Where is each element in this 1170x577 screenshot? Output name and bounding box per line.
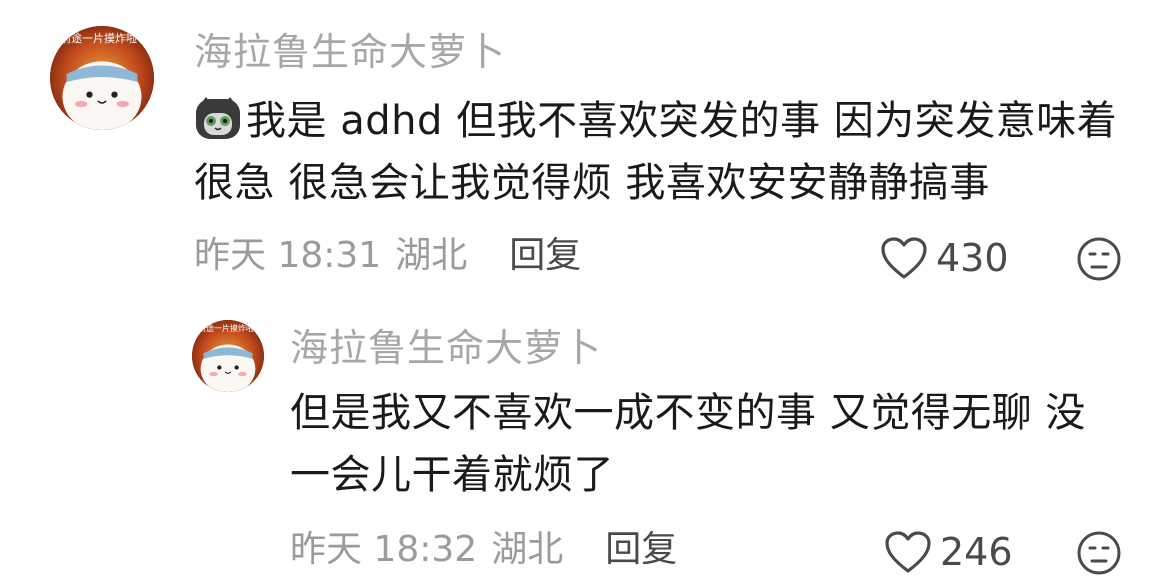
comment-text: 我是 adhd 但我不喜欢突发的事 因为突发意味着 很急 很急会让我觉得烦 我喜… [194, 90, 1117, 214]
comment-text-line1: 但是我又不喜欢一成不变的事 又觉得无聊 没 [290, 390, 1086, 436]
comment-text-line2: 很急 很急会让我觉得烦 我喜欢安安静静搞事 [194, 160, 990, 206]
comment-text-line: 我是 adhd 但我不喜欢突发的事 因为突发意味着 [194, 90, 1117, 152]
location: 湖北 [395, 235, 468, 276]
like-count: 430 [936, 236, 1009, 280]
username[interactable]: 海拉鲁生命大萝卜 [290, 324, 602, 372]
comment-text-line2: 一会儿干着就烦了 [290, 452, 614, 498]
comment-text-line1: 我是 adhd 但我不喜欢突发的事 因为突发意味着 [246, 98, 1118, 144]
comment-text: 但是我又不喜欢一成不变的事 又觉得无聊 没 一会儿干着就烦了 [290, 382, 1086, 506]
dislike-face-icon[interactable] [1076, 530, 1122, 576]
heart-icon [881, 237, 927, 279]
cat-emoji-icon [196, 97, 240, 139]
heart-icon [885, 531, 931, 573]
avatar-banner-text: 前途一片摸炸啦 [60, 32, 137, 45]
like-button[interactable]: 430 [880, 236, 1009, 280]
reply-button[interactable]: 回复 [605, 529, 677, 570]
comment-meta: 昨天 18:31 湖北 回复 [194, 234, 581, 278]
reply-button[interactable]: 回复 [509, 235, 581, 276]
reply-comment-item: 前途一片摸炸啦 海拉鲁生命大萝卜 但是我又不喜欢一成不变的事 又觉得无聊 没 一… [0, 300, 1170, 577]
comment-item: 前途一片摸炸啦 海拉鲁生命大萝卜 我是 adhd 但我不喜欢突发的事 因为突发意… [0, 0, 1170, 300]
dislike-face-icon[interactable] [1076, 236, 1122, 282]
avatar[interactable]: 前途一片摸炸啦 [50, 26, 154, 130]
timestamp: 昨天 18:32 [290, 529, 478, 570]
comment-meta: 昨天 18:32 湖北 回复 [290, 528, 677, 572]
like-count: 246 [940, 530, 1013, 574]
timestamp: 昨天 18:31 [194, 235, 382, 276]
location: 湖北 [491, 529, 564, 570]
avatar-banner-text: 前途一片摸炸啦 [198, 324, 254, 333]
avatar[interactable]: 前途一片摸炸啦 [192, 320, 264, 392]
username[interactable]: 海拉鲁生命大萝卜 [194, 28, 506, 76]
like-button[interactable]: 246 [884, 530, 1013, 574]
